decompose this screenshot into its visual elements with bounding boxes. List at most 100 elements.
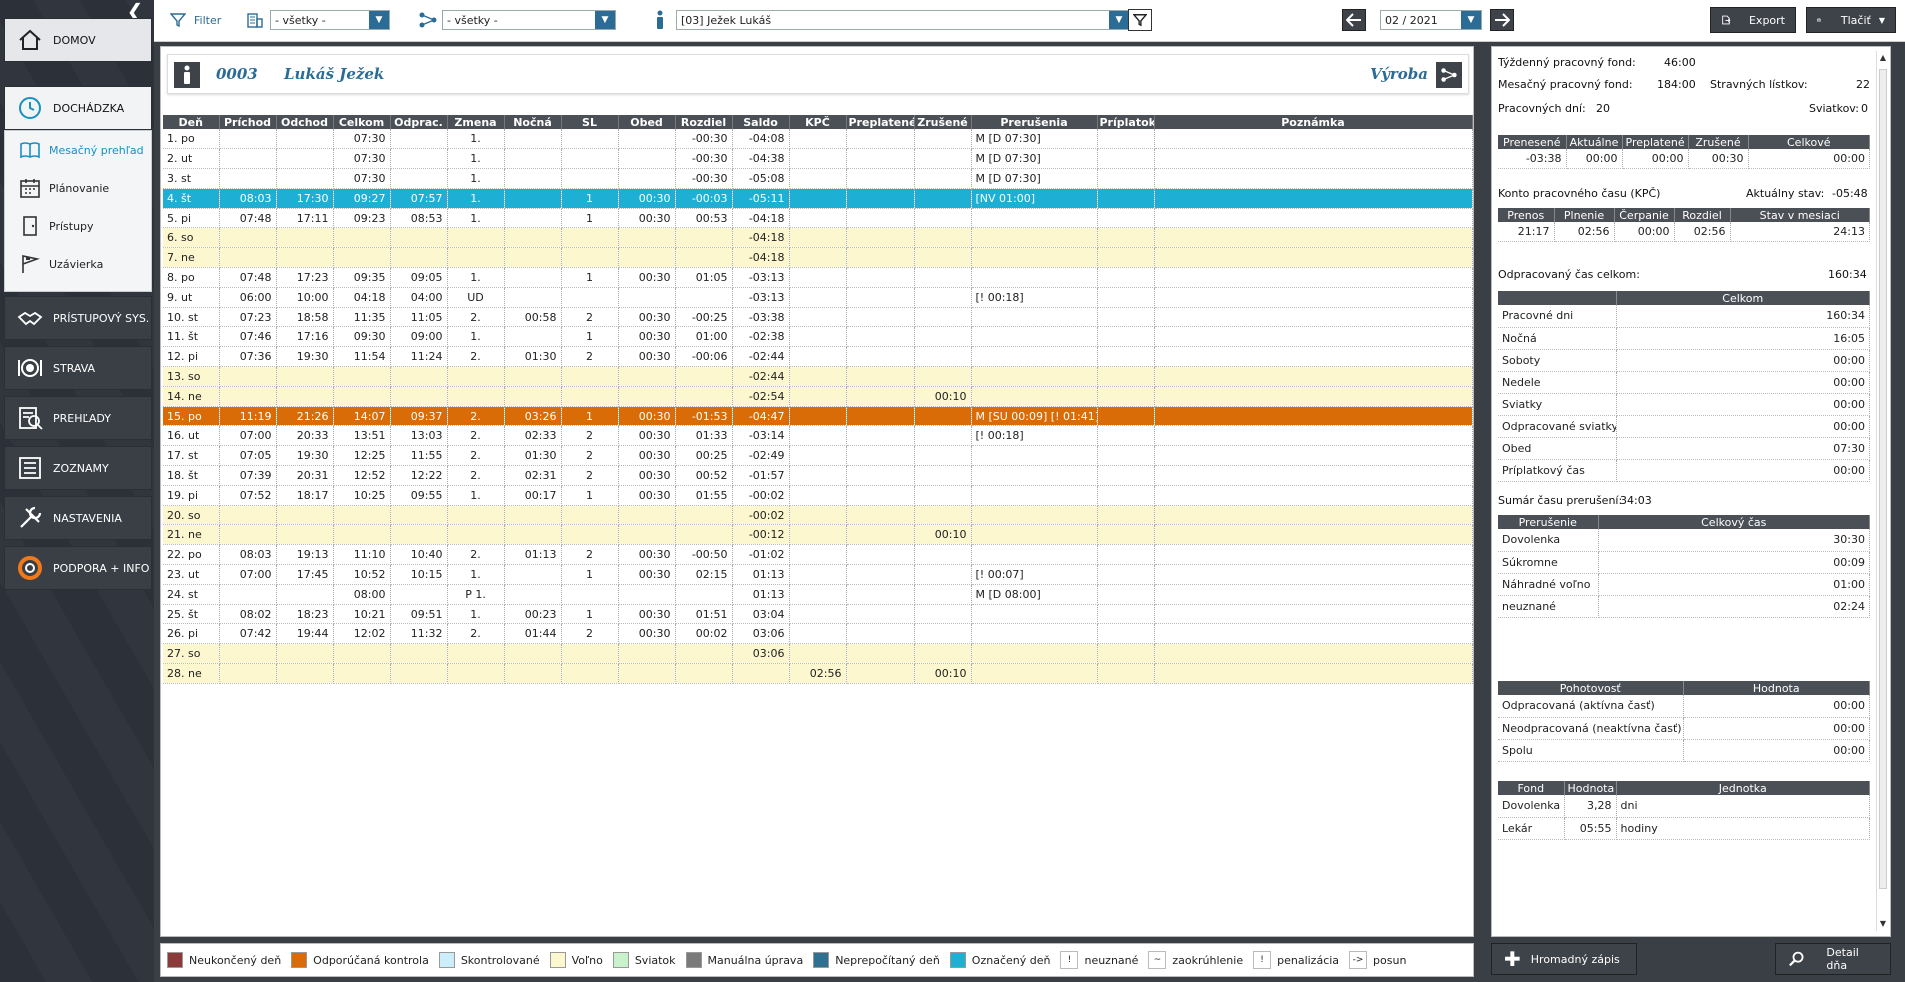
day-cell-8[interactable] [618,148,676,170]
day-row[interactable]: 25. št 08:02 18:23 10:21 09:51 1. 00:23 1 00:30 0… [163,604,1473,625]
day-row[interactable]: 28. ne 02:56 00:10 [163,663,1473,684]
day-cell-15[interactable] [1097,623,1155,645]
nav-pristupovy-sys[interactable]: PRÍSTUPOVÝ SYS. [4,296,152,340]
day-cell-3[interactable]: 11:54 [333,346,391,368]
day-row[interactable]: 5. pi 07:48 17:11 09:23 08:53 1. 1 00:30 00:53 -0… [163,208,1473,229]
day-cell-9[interactable] [675,643,733,665]
subnav-planovanie[interactable]: Plánovanie [5,169,151,207]
column-header[interactable]: Príchod [219,115,277,129]
day-cell-7[interactable]: 1 [561,604,619,625]
day-cell-8[interactable] [618,386,676,407]
day-row[interactable]: 3. st 07:30 1. -00:30 -05:08 M [D 07:30] [163,168,1473,189]
day-cell-11[interactable] [789,208,847,229]
day-cell-11[interactable] [789,465,847,486]
day-cell-12[interactable] [846,188,915,209]
day-cell-9[interactable]: 01:51 [675,604,733,625]
department-select[interactable]: - všetky - ▼ [270,10,390,30]
day-cell-16[interactable] [1154,168,1473,189]
day-cell-0[interactable]: 7. ne [163,247,220,269]
day-cell-8[interactable]: 00:30 [618,445,676,467]
day-cell-3[interactable]: 04:18 [333,287,391,308]
day-cell-15[interactable] [1097,326,1155,348]
column-header[interactable]: Preplatené [846,115,915,129]
day-cell-0[interactable]: 10. st [163,307,220,328]
day-cell-9[interactable]: 01:33 [675,425,733,447]
day-cell-10[interactable]: 01:13 [732,584,790,605]
day-cell-11[interactable] [789,604,847,625]
day-cell-6[interactable] [504,505,562,526]
day-cell-14[interactable] [971,505,1098,526]
day-cell-16[interactable] [1154,524,1473,546]
day-cell-4[interactable] [390,386,448,407]
day-cell-13[interactable]: 00:10 [914,524,972,546]
day-cell-4[interactable] [390,227,448,249]
day-cell-16[interactable] [1154,663,1473,684]
day-cell-10[interactable]: -04:47 [732,406,790,427]
day-cell-9[interactable]: 01:55 [675,485,733,506]
day-cell-6[interactable] [504,584,562,605]
day-cell-11[interactable] [789,346,847,368]
day-cell-8[interactable] [618,505,676,526]
day-cell-15[interactable] [1097,188,1155,209]
day-cell-10[interactable]: -00:02 [732,505,790,526]
day-cell-14[interactable]: [NV 01:00] [971,188,1098,209]
day-cell-11[interactable] [789,505,847,526]
day-cell-9[interactable] [675,287,733,308]
day-cell-8[interactable]: 00:30 [618,307,676,328]
day-cell-11[interactable] [789,267,847,288]
day-cell-12[interactable] [846,366,915,387]
day-cell-11[interactable] [789,366,847,387]
day-cell-4[interactable]: 11:05 [390,307,448,328]
day-cell-10[interactable]: 01:13 [732,564,790,585]
day-cell-1[interactable]: 08:03 [219,188,277,209]
subnav-pristupy[interactable]: Prístupy [5,207,151,245]
day-cell-2[interactable] [276,227,334,249]
day-cell-8[interactable]: 00:30 [618,623,676,645]
day-cell-15[interactable] [1097,584,1155,605]
column-header[interactable]: Saldo [732,115,790,129]
day-cell-8[interactable]: 00:30 [618,208,676,229]
day-row[interactable]: 17. st 07:05 19:30 12:25 11:55 2. 01:30 2 00:30 0… [163,445,1473,467]
day-cell-11[interactable] [789,247,847,269]
day-cell-14[interactable] [971,326,1098,348]
day-cell-11[interactable]: 02:56 [789,663,847,684]
day-cell-10[interactable]: -03:13 [732,267,790,288]
day-cell-0[interactable]: 16. ut [163,425,220,447]
day-cell-7[interactable]: 1 [561,208,619,229]
day-cell-2[interactable]: 17:16 [276,326,334,348]
day-cell-2[interactable]: 18:58 [276,307,334,328]
day-row[interactable]: 13. so -02:44 [163,366,1473,387]
column-header[interactable]: Odchod [276,115,334,129]
day-cell-10[interactable]: -01:57 [732,465,790,486]
day-cell-3[interactable]: 12:25 [333,445,391,467]
day-cell-10[interactable]: -05:08 [732,168,790,189]
day-cell-9[interactable] [675,663,733,684]
day-cell-1[interactable]: 07:36 [219,346,277,368]
day-cell-7[interactable]: 1 [561,267,619,288]
day-cell-7[interactable] [561,227,619,249]
group-icon[interactable] [1436,62,1462,88]
day-cell-12[interactable] [846,208,915,229]
day-row[interactable]: 24. st 08:00 P 1. 01:13 M [D 08:00] [163,584,1473,605]
day-cell-6[interactable] [504,129,562,150]
day-cell-10[interactable]: -04:18 [732,247,790,269]
day-cell-5[interactable]: 1. [447,604,505,625]
day-cell-16[interactable] [1154,465,1473,486]
day-cell-9[interactable]: 01:05 [675,267,733,288]
day-cell-3[interactable]: 10:21 [333,604,391,625]
day-cell-13[interactable] [914,129,972,150]
day-cell-8[interactable]: 00:30 [618,485,676,506]
day-cell-13[interactable] [914,267,972,288]
day-cell-5[interactable]: 1. [447,326,505,348]
day-cell-6[interactable]: 02:31 [504,465,562,486]
day-cell-12[interactable] [846,267,915,288]
day-cell-0[interactable]: 27. so [163,643,220,665]
day-cell-4[interactable]: 12:22 [390,465,448,486]
day-cell-4[interactable]: 09:00 [390,326,448,348]
day-cell-13[interactable] [914,326,972,348]
day-cell-15[interactable] [1097,564,1155,585]
column-header[interactable]: Rozdiel [675,115,733,129]
day-cell-14[interactable] [971,208,1098,229]
day-cell-16[interactable] [1154,287,1473,308]
day-cell-4[interactable]: 09:55 [390,485,448,506]
